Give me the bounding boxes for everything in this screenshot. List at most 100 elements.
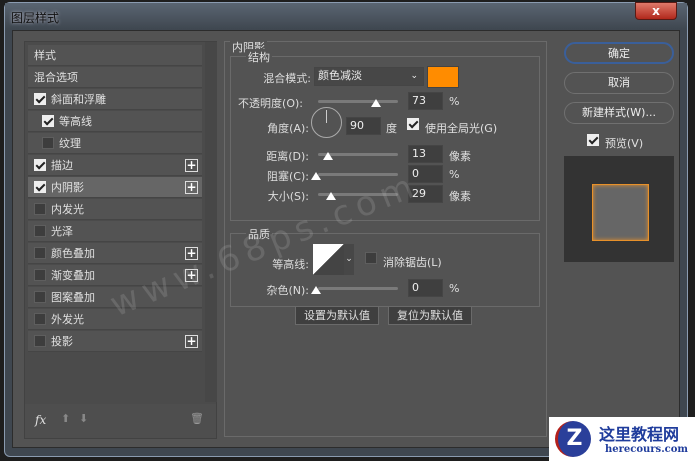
opacity-label: 不透明度(O): [238, 97, 303, 110]
quality-group: 品质 等高线: ⌄ 消除锯齿(L) 杂色(N): 0 % [230, 226, 540, 307]
opacity-input[interactable]: 73 [408, 92, 443, 110]
sidebar-item[interactable]: 样式 [28, 45, 202, 66]
noise-slider-thumb[interactable] [311, 286, 321, 294]
cancel-button[interactable]: 取消 [564, 72, 674, 94]
angle-unit: 度 [386, 122, 397, 135]
opacity-slider[interactable] [318, 100, 398, 103]
shadow-color-swatch[interactable] [427, 66, 459, 88]
contour-preview[interactable] [313, 244, 344, 275]
choke-slider-thumb[interactable] [311, 172, 321, 180]
preview-checkbox[interactable] [587, 134, 599, 146]
sidebar-item[interactable]: 描边 + [28, 155, 202, 176]
add-effect-plus-icon[interactable]: + [185, 335, 198, 348]
sidebar-item-checkbox[interactable] [34, 225, 46, 237]
sidebar-item-label: 渐变叠加 [51, 269, 95, 282]
blend-mode-select[interactable]: 颜色减淡 ⌄ [314, 67, 424, 86]
sidebar-item-label: 斜面和浮雕 [51, 93, 106, 106]
sidebar-item-checkbox[interactable] [34, 335, 46, 347]
sidebar-item-checkbox[interactable] [34, 93, 46, 105]
sidebar-item-checkbox[interactable] [42, 115, 54, 127]
contour-dropdown-chevron-icon[interactable]: ⌄ [344, 244, 354, 275]
ok-button[interactable]: 确定 [564, 42, 674, 64]
layer-style-dialog: 图层样式 x 样式混合选项斜面和浮雕等高线纹理描边 + 内阴影 + 内发光光泽颜色叠加 +… [4, 2, 688, 457]
dialog-body: 样式混合选项斜面和浮雕等高线纹理描边 + 内阴影 + 内发光光泽颜色叠加 + 渐变叠加 + 图案… [12, 30, 680, 448]
sidebar-item[interactable]: 混合选项 [28, 67, 202, 88]
blend-mode-value: 颜色减淡 [318, 69, 362, 82]
sidebar-item-label: 图案叠加 [51, 291, 95, 304]
noise-slider[interactable] [318, 287, 398, 290]
noise-label: 杂色(N): [266, 284, 309, 297]
sidebar-item-label: 外发光 [51, 313, 84, 326]
add-effect-plus-icon[interactable]: + [185, 269, 198, 282]
sidebar-item-checkbox[interactable] [34, 181, 46, 193]
sidebar-item-checkbox[interactable] [34, 269, 46, 281]
sidebar-item[interactable]: 图案叠加 [28, 287, 202, 308]
sidebar-item[interactable]: 渐变叠加 + [28, 265, 202, 286]
sidebar-item-label: 投影 [51, 335, 73, 348]
contour-label: 等高线: [272, 258, 309, 271]
sidebar-item[interactable]: 外发光 [28, 309, 202, 330]
sidebar-item[interactable]: 斜面和浮雕 [28, 89, 202, 110]
new-style-button[interactable]: 新建样式(W)... [564, 102, 674, 124]
add-effect-plus-icon[interactable]: + [185, 181, 198, 194]
distance-input[interactable]: 13 [408, 145, 443, 163]
distance-label: 距离(D): [266, 150, 309, 163]
size-label: 大小(S): [267, 190, 309, 203]
structure-group: 结构 混合模式: 颜色减淡 ⌄ 不透明度(O): 73 % 角度(A): 90 度… [230, 49, 540, 221]
choke-unit: % [449, 168, 460, 181]
set-default-button[interactable]: 设置为默认值 [295, 306, 379, 325]
sidebar-item-checkbox[interactable] [34, 203, 46, 215]
choke-slider[interactable] [318, 173, 398, 176]
fx-button[interactable]: fx [35, 413, 46, 427]
sidebar-item[interactable]: 颜色叠加 + [28, 243, 202, 264]
dialog-title: 图层样式 [11, 11, 60, 25]
opacity-slider-thumb[interactable] [371, 99, 381, 107]
sidebar-item-label: 纹理 [59, 137, 81, 150]
sidebar-item-label: 内阴影 [51, 181, 84, 194]
global-light-label: 使用全局光(G) [425, 122, 498, 135]
global-light-checkbox[interactable] [407, 118, 419, 130]
scrollbar[interactable] [205, 42, 217, 402]
antialias-label: 消除锯齿(L) [383, 256, 442, 269]
sidebar-item[interactable]: 等高线 [28, 111, 202, 132]
reset-default-button[interactable]: 复位为默认值 [388, 306, 472, 325]
sidebar-item[interactable]: 内发光 [28, 199, 202, 220]
angle-dial[interactable] [311, 107, 342, 138]
choke-input[interactable]: 0 [408, 165, 443, 183]
sidebar-item-label: 内发光 [51, 203, 84, 216]
sidebar-item-label: 样式 [34, 49, 56, 62]
sidebar-item[interactable]: 光泽 [28, 221, 202, 242]
sidebar-item-label: 颜色叠加 [51, 247, 95, 260]
add-effect-plus-icon[interactable]: + [185, 159, 198, 172]
sidebar-item-checkbox[interactable] [42, 137, 54, 149]
distance-unit: 像素 [449, 150, 471, 163]
angle-input[interactable]: 90 [346, 117, 381, 135]
close-button[interactable]: x [635, 2, 677, 20]
chevron-down-icon: ⌄ [410, 71, 418, 81]
antialias-checkbox[interactable] [365, 252, 377, 264]
trash-icon[interactable]: 🗑 [190, 412, 204, 425]
sidebar-item-checkbox[interactable] [34, 291, 46, 303]
logo-mark-icon: Z [555, 421, 591, 457]
move-up-icon[interactable]: ⬆ [61, 412, 70, 425]
size-unit: 像素 [449, 190, 471, 203]
move-down-icon[interactable]: ⬇ [79, 412, 88, 425]
size-input[interactable]: 29 [408, 185, 443, 203]
noise-input[interactable]: 0 [408, 279, 443, 297]
sidebar-item[interactable]: 内阴影 + [28, 177, 202, 198]
sidebar-item-checkbox[interactable] [34, 159, 46, 171]
distance-slider-thumb[interactable] [323, 152, 333, 160]
preview-box [564, 156, 674, 262]
sidebar-item[interactable]: 纹理 [28, 133, 202, 154]
list-toolbar: fx ⬆ ⬇ 🗑 [25, 404, 216, 438]
opacity-unit: % [449, 95, 460, 108]
sidebar-item-label: 描边 [51, 159, 73, 172]
size-slider-thumb[interactable] [326, 192, 336, 200]
choke-label: 阻塞(C): [267, 170, 309, 183]
add-effect-plus-icon[interactable]: + [185, 247, 198, 260]
sidebar-item[interactable]: 投影 + [28, 331, 202, 352]
logo-url: herecours.com [605, 444, 689, 455]
quality-title: 品质 [246, 226, 272, 242]
sidebar-item-checkbox[interactable] [34, 313, 46, 325]
sidebar-item-checkbox[interactable] [34, 247, 46, 259]
